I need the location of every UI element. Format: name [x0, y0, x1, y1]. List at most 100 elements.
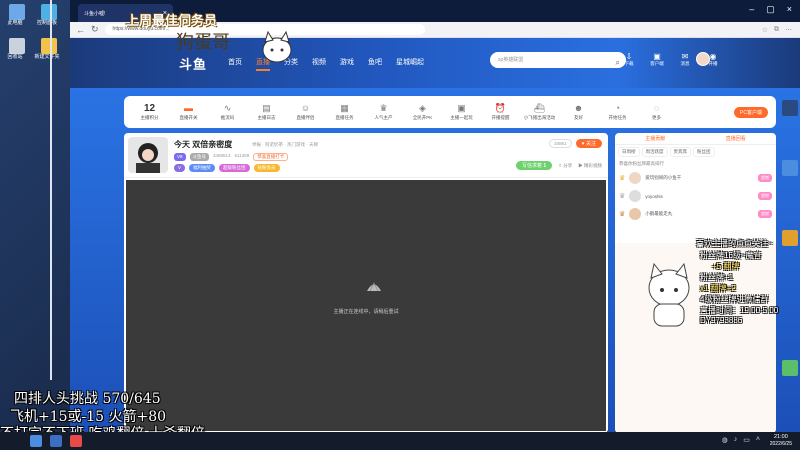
app-icon[interactable]: [782, 160, 798, 176]
client-button[interactable]: ▣ 客户端: [648, 52, 666, 67]
maximize-icon[interactable]: ▢: [766, 4, 775, 15]
nav-video[interactable]: 视频: [312, 57, 326, 71]
anchor-avatar[interactable]: [128, 137, 168, 173]
toolbar-item-log[interactable]: ▤ 主播日志: [247, 103, 286, 121]
tag-fans-club[interactable]: 超级粉丝团: [219, 164, 250, 172]
history-button[interactable]: ◷ 历史: [564, 52, 582, 67]
crown-icon: ♛: [619, 175, 626, 182]
toolbar-item-live-toggle[interactable]: ▬ 直播开关: [169, 103, 208, 121]
follow-list-button[interactable]: ♡ 关注: [592, 52, 610, 67]
heart-icon: ♡: [597, 52, 605, 61]
tab-contribution[interactable]: 主播贡献: [645, 135, 665, 142]
tag-lottery[interactable]: 福利抽奖: [189, 164, 216, 172]
refresh-icon[interactable]: ↻: [91, 24, 99, 35]
follow-button[interactable]: ♥ 关注: [575, 139, 602, 148]
subtab-fans[interactable]: 粉丝团: [693, 147, 715, 157]
network-icon[interactable]: ◍: [722, 436, 728, 444]
desktop-icon-folder[interactable]: 新建文件夹: [34, 38, 62, 61]
nav-fishbar[interactable]: 鱼吧: [368, 57, 382, 71]
toggle-icon: ▬: [184, 103, 193, 113]
extensions-icon[interactable]: ⧉: [774, 26, 779, 34]
desktop-icon-control-panel[interactable]: 控制面板: [36, 4, 62, 27]
toolbar-item-play-together[interactable]: ▣ 主播一起玩: [442, 103, 481, 121]
browser-app-icon[interactable]: [50, 435, 62, 447]
browser-actions: ☆ ⧉ ⋯: [762, 26, 792, 34]
calendar-icon: ▤: [262, 103, 271, 113]
rank-row[interactable]: ♛ 小鹅最能走丸 超燃: [615, 205, 776, 223]
room-badges: V8 斗鱼号 3488513 511359 恭喜直播打卡: [174, 153, 289, 161]
room-meta: 举报 · 阿诺奶茶 · 热门游戏 · 天梯: [252, 142, 318, 147]
toolbar-item-task[interactable]: ▦ 直播任务: [325, 103, 364, 121]
battery-icon[interactable]: ▭: [743, 436, 750, 444]
desktop-icon-recycle-bin[interactable]: 回收站: [4, 38, 30, 61]
toolbar-item-more[interactable]: ◌ 更多: [637, 103, 676, 121]
menu-icon[interactable]: ⋯: [785, 26, 792, 34]
toolbar-item-pk[interactable]: ◈ 全民开PK: [403, 103, 442, 121]
start-icon[interactable]: [30, 435, 42, 447]
video-player[interactable]: 主播正在连线中，请稍后重试: [126, 180, 606, 431]
rank-row[interactable]: ♛ yoyoshis 超燃: [615, 187, 776, 205]
search-placeholder: sp英雄联盟: [498, 57, 524, 63]
toolbar-item-stream-code[interactable]: ∿ 推流码: [208, 103, 247, 121]
points-item[interactable]: 12 主播积分: [130, 103, 169, 121]
client-icon: ▣: [653, 52, 661, 61]
clock-icon: ◷: [569, 52, 577, 61]
vip-tag[interactable]: V: [174, 164, 186, 172]
toolbar-item-companion[interactable]: ☺ 直播伴侣: [286, 103, 325, 121]
desktop-icon-computer[interactable]: 此电脑: [4, 4, 30, 27]
window-controls: – ▢ ×: [749, 4, 792, 15]
close-window-icon[interactable]: ×: [787, 4, 792, 15]
nav-home[interactable]: 首页: [228, 57, 242, 71]
minimize-icon[interactable]: –: [749, 4, 754, 15]
tag-diamond[interactable]: 钻粉会员: [253, 164, 280, 172]
volume-icon[interactable]: ♪: [734, 436, 738, 444]
overlay-line-5: x1 翻牌+2: [700, 284, 736, 293]
site-logo[interactable]: 斗鱼: [179, 54, 207, 73]
message-button[interactable]: ✉ 消息: [676, 52, 694, 67]
tab-replay[interactable]: 直播回看: [726, 135, 746, 142]
app-icon[interactable]: [70, 435, 82, 447]
avatar: [629, 208, 642, 220]
taskbar: ◍ ♪ ▭ ˄ 21:00 2022/6/25: [0, 432, 800, 450]
subtab-activity[interactable]: 周活跃度: [641, 147, 668, 157]
highlights-button[interactable]: ▶ 精彩视频: [578, 163, 602, 169]
message-icon: ✉: [681, 52, 689, 61]
toolbar-item-friend[interactable]: ☻ 友好: [559, 103, 598, 121]
download-button[interactable]: ⇩ 下载: [620, 52, 638, 67]
toolbar-item-start-task[interactable]: ◔ 开始任务: [598, 103, 637, 121]
room-number: 3488513: [213, 153, 231, 158]
desktop-right-strip: [782, 100, 800, 400]
pc-client-button[interactable]: PC客户端: [734, 106, 768, 118]
crown-icon: ♛: [619, 211, 626, 218]
avatar: [629, 172, 642, 184]
heart-icon: ♥: [581, 141, 585, 147]
rank-row[interactable]: ♛ 爱玩别闹的小鱼干 超燃: [615, 169, 776, 187]
app-icon[interactable]: [782, 100, 798, 116]
overlay-line-4: 粉丝牌+1: [700, 273, 734, 282]
chevron-up-icon[interactable]: ˄: [756, 436, 760, 444]
clock[interactable]: 21:00 2022/6/25: [770, 434, 792, 448]
toolbar-item-popular[interactable]: ♛ 人气主产: [364, 103, 403, 121]
crown-icon: ♛: [619, 193, 626, 200]
subtab-day-week[interactable]: 日周榜: [618, 147, 640, 157]
nav-star-city[interactable]: 星城崛起: [396, 57, 424, 71]
computer-icon: [9, 4, 25, 20]
star-icon[interactable]: ☆: [762, 26, 768, 34]
toolbar-item-reminder[interactable]: ⏰ 开播提醒: [481, 103, 520, 121]
wave-icon: ∿: [223, 103, 232, 113]
handwritten-name: 狗蛋哥: [176, 32, 230, 53]
app-icon[interactable]: [782, 360, 798, 376]
subtab-vip[interactable]: 贵宾席: [669, 147, 691, 157]
overlay-line-8: DY9793886: [700, 316, 743, 325]
cat-mascot-large-icon: [648, 262, 690, 327]
room-actions: 写信求着 1 ⇪ 分享 ▶ 精彩视频: [516, 161, 602, 170]
nav-game[interactable]: 游戏: [340, 57, 354, 71]
seek-button[interactable]: 写信求着 1: [516, 161, 553, 170]
app-icon[interactable]: [782, 230, 798, 246]
crown-icon: ♛: [379, 103, 388, 113]
user-avatar[interactable]: [696, 52, 710, 66]
share-button[interactable]: ⇪ 分享: [558, 163, 572, 169]
back-icon[interactable]: ←: [76, 25, 85, 35]
toolbar-item-event[interactable]: ⛴ 小飞猪出海活动: [520, 103, 559, 121]
recycle-bin-icon: [9, 38, 25, 54]
